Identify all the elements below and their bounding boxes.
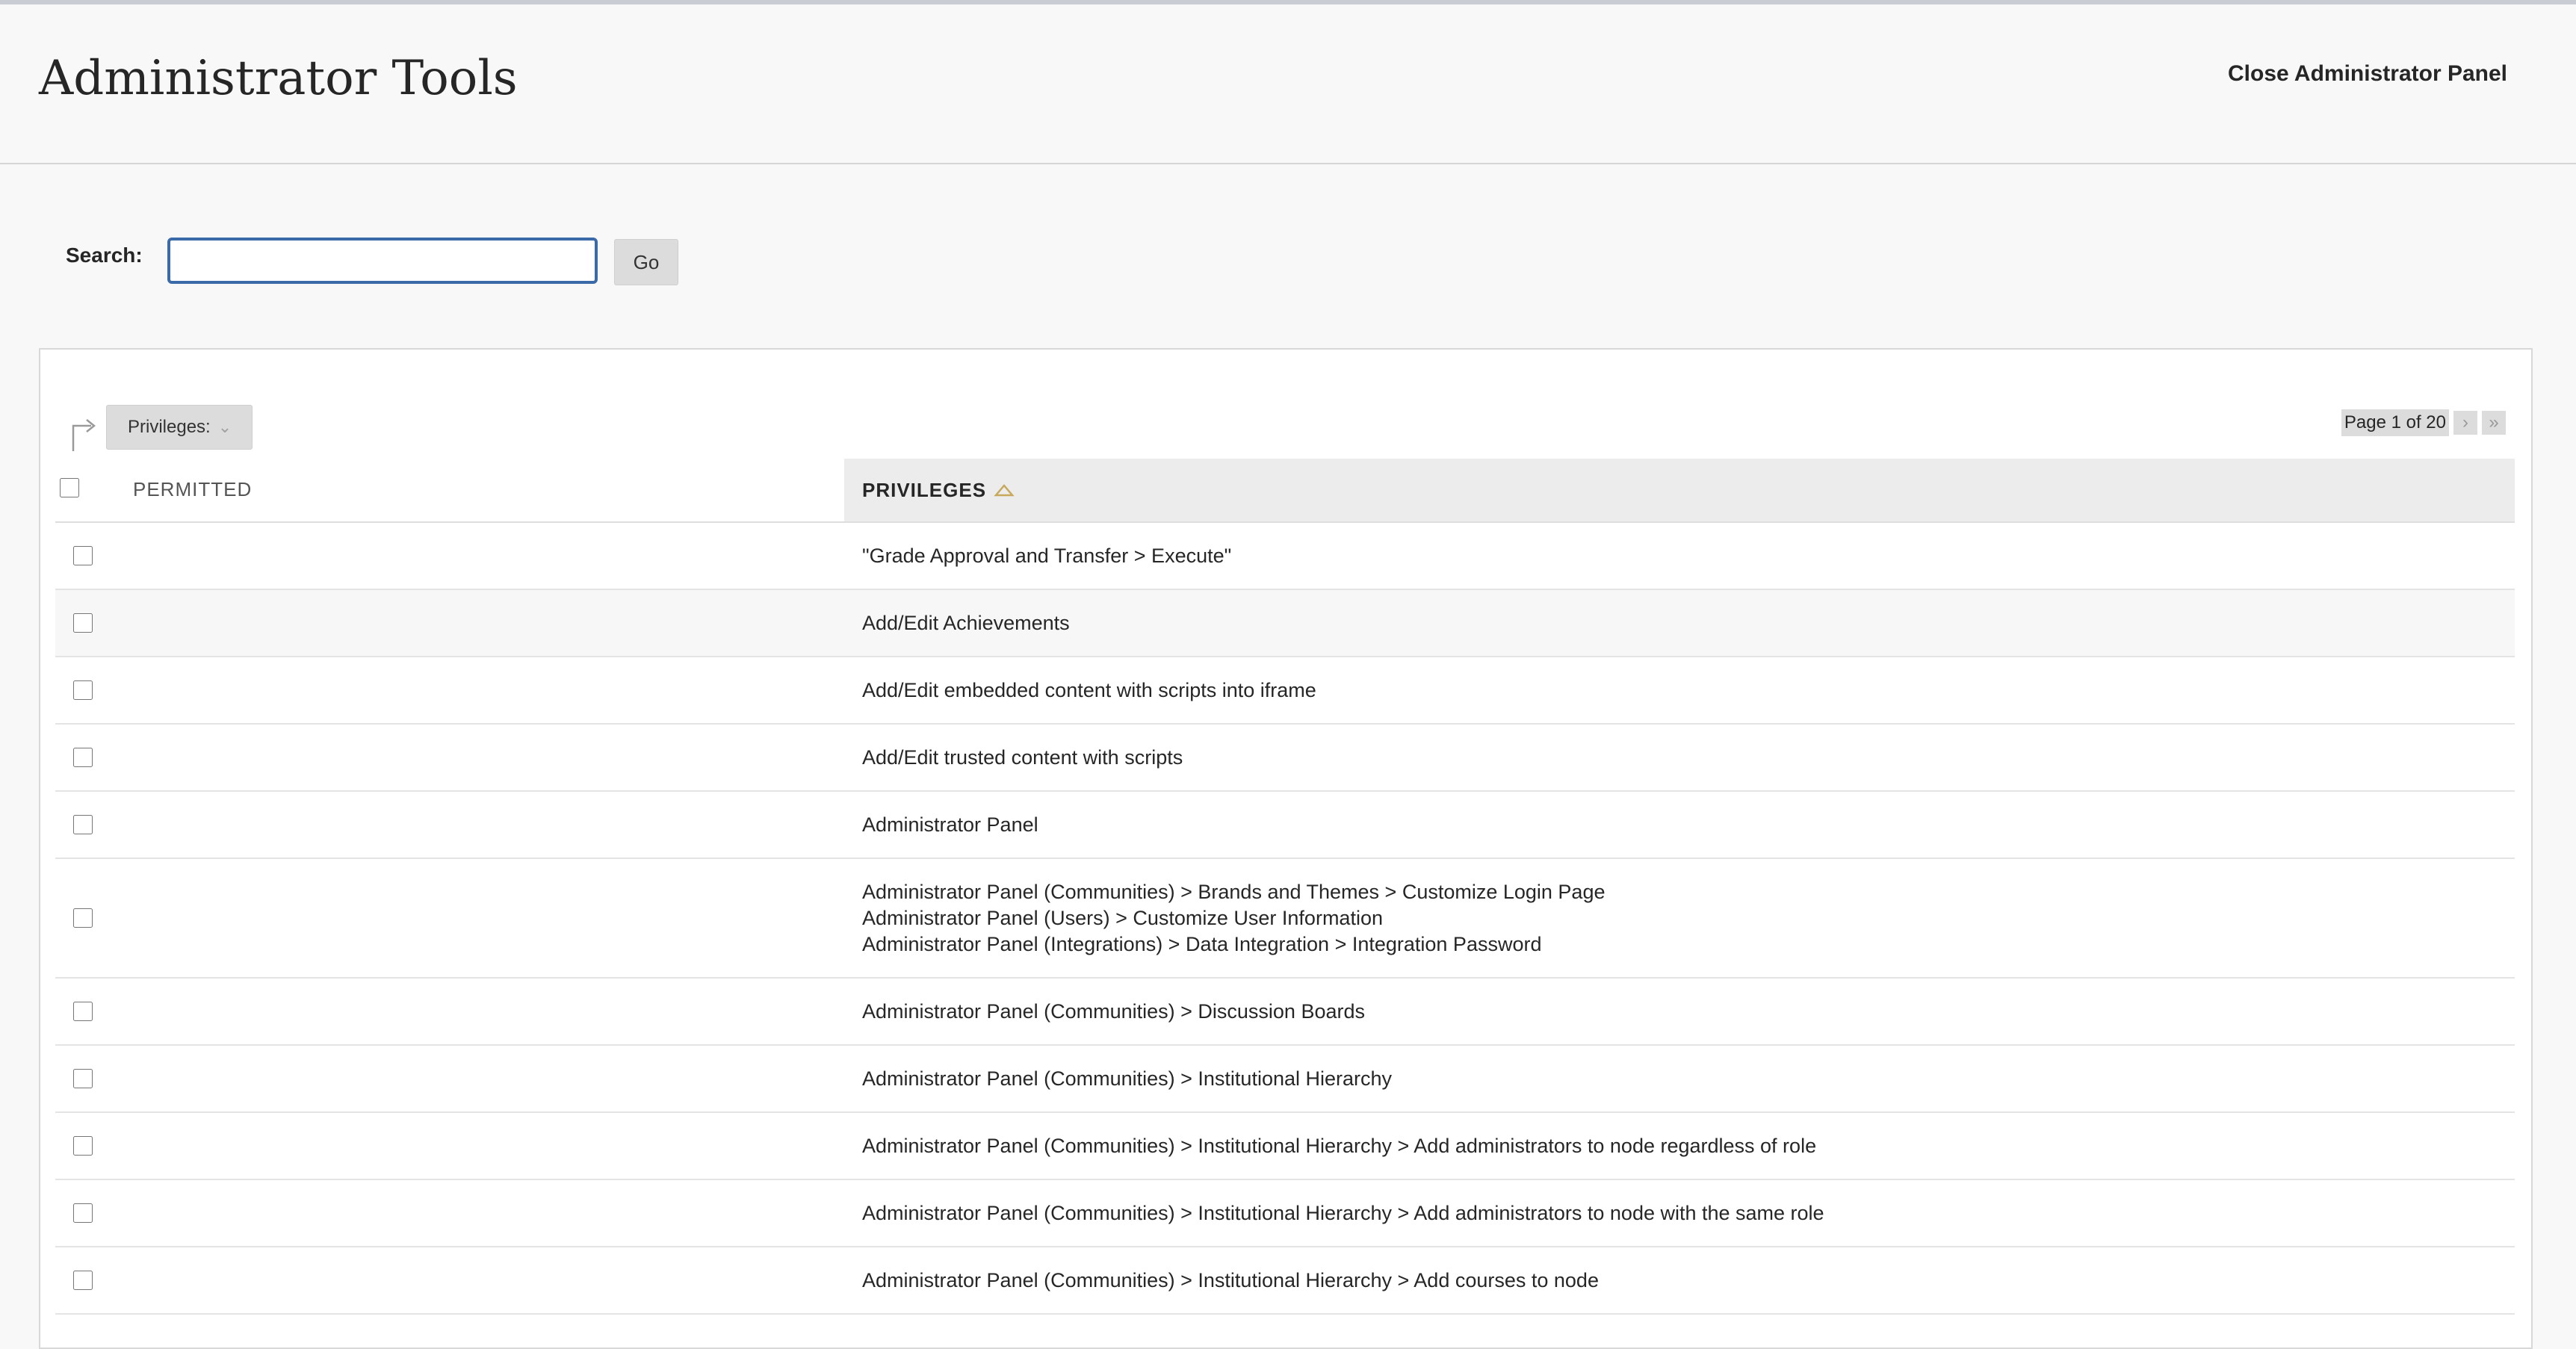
privilege-name: "Grade Approval and Transfer > Execute" (862, 544, 1232, 567)
table-row: "Grade Approval and Transfer > Execute" (55, 523, 2515, 590)
bulk-action-arrow-icon (72, 419, 96, 451)
last-page-button[interactable]: » (2482, 411, 2506, 435)
go-button[interactable]: Go (614, 239, 678, 285)
search-label: Search: (66, 244, 143, 267)
table-row: Administrator Panel (Communities) > Inst… (55, 1113, 2515, 1180)
page-title: Administrator Tools (39, 51, 518, 106)
double-chevron-right-icon: » (2489, 412, 2499, 432)
table-row: Administrator Panel (Communities) > Bran… (55, 859, 2515, 979)
privilege-name: Administrator Panel (Communities) > Inst… (862, 1067, 1393, 1090)
page-indicator: Page 1 of 20 (2341, 409, 2449, 436)
privileges-table: PERMITTED PRIVILEGES "Grade Approval and… (55, 459, 2515, 1315)
table-row: Add/Edit embedded content with scripts i… (55, 657, 2515, 725)
row-checkbox[interactable] (73, 1203, 93, 1223)
table-row: Administrator Panel (Communities) > Inst… (55, 1180, 2515, 1247)
row-checkbox[interactable] (73, 1069, 93, 1088)
search-input[interactable] (167, 238, 598, 284)
privilege-name: Administrator Panel (Communities) > Inst… (862, 1268, 1599, 1291)
column-header-permitted[interactable]: PERMITTED (133, 478, 252, 501)
filter-label: Privileges: (128, 417, 211, 437)
row-checkbox[interactable] (73, 815, 93, 834)
table-row: Add/Edit Achievements (55, 590, 2515, 657)
privilege-name: Administrator Panel (Communities) > Disc… (862, 999, 1365, 1023)
row-checkbox[interactable] (73, 1136, 93, 1156)
sort-ascending-icon (994, 484, 1015, 497)
table-header: PERMITTED PRIVILEGES (55, 459, 2515, 523)
page-header: Administrator Tools Close Administrator … (0, 4, 2576, 164)
table-row: Administrator Panel (Communities) > Inst… (55, 1046, 2515, 1113)
row-checkbox[interactable] (73, 748, 93, 767)
row-checkbox[interactable] (73, 546, 93, 565)
table-row: Administrator Panel (55, 792, 2515, 859)
privilege-name: Administrator Panel (862, 813, 1038, 836)
row-checkbox[interactable] (73, 908, 93, 928)
privilege-name: Administrator Panel (Communities) > Inst… (862, 1134, 1817, 1157)
privilege-name-group: Administrator Panel (Communities) > Bran… (862, 879, 1605, 958)
chevron-down-icon: ⌄ (217, 418, 232, 436)
row-checkbox[interactable] (73, 1271, 93, 1290)
privilege-name: Administrator Panel (Communities) > Bran… (862, 880, 1606, 903)
privilege-name: Add/Edit embedded content with scripts i… (862, 678, 1316, 701)
pagination: Page 1 of 20 › » (2341, 409, 2506, 436)
row-checkbox[interactable] (73, 1002, 93, 1021)
table-row: Administrator Panel (Communities) > Inst… (55, 1247, 2515, 1315)
table-row: Add/Edit trusted content with scripts (55, 725, 2515, 792)
privileges-filter-button[interactable]: Privileges: ⌄ (106, 405, 253, 450)
column-header-privileges-label: PRIVILEGES (862, 478, 987, 501)
privilege-name: Add/Edit Achievements (862, 611, 1070, 634)
privilege-name: Administrator Panel (Users) > Customize … (862, 906, 1383, 929)
row-checkbox[interactable] (73, 613, 93, 633)
table-row: Administrator Panel (Communities) > Disc… (55, 979, 2515, 1046)
row-checkbox[interactable] (73, 680, 93, 700)
select-all-checkbox[interactable] (60, 478, 79, 497)
column-header-privileges[interactable]: PRIVILEGES (844, 459, 2515, 521)
chevron-right-icon: › (2462, 412, 2468, 432)
next-page-button[interactable]: › (2453, 411, 2477, 435)
privilege-name: Administrator Panel (Communities) > Inst… (862, 1201, 1824, 1224)
privilege-name: Add/Edit trusted content with scripts (862, 745, 1183, 769)
privilege-name: Administrator Panel (Integrations) > Dat… (862, 932, 1542, 955)
close-admin-panel-link[interactable]: Close Administrator Panel (2228, 61, 2507, 87)
